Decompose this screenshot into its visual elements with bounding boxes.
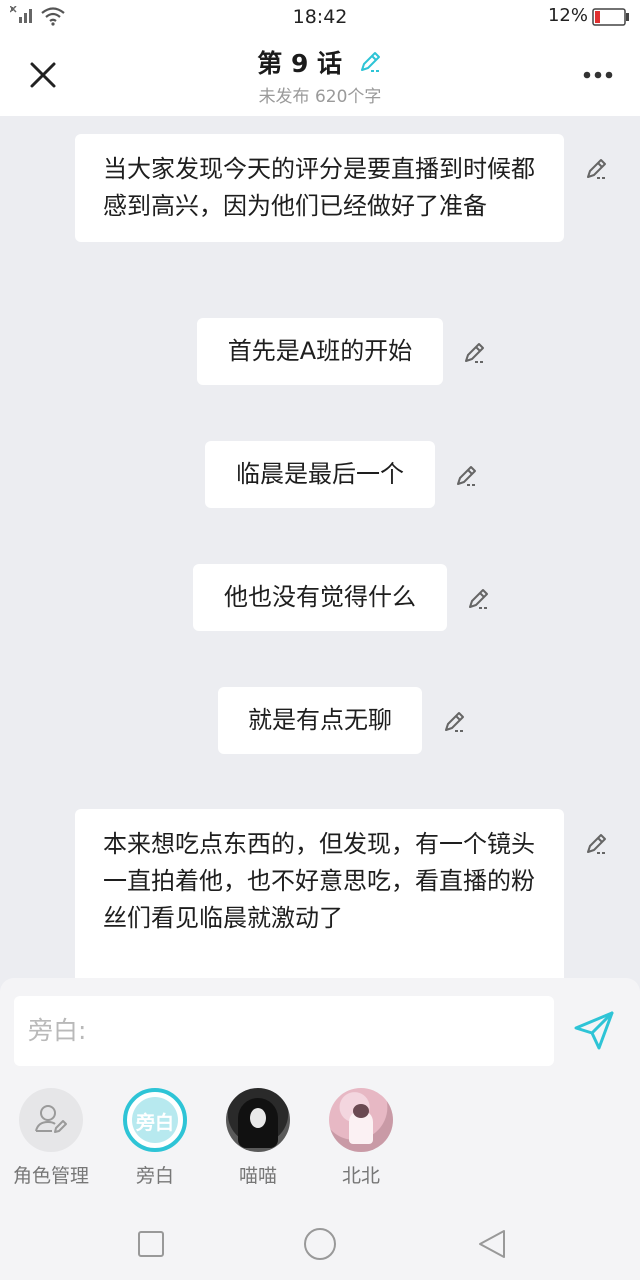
message-text: 首先是A班的开始 bbox=[227, 337, 413, 365]
message-text: 本来想吃点东西的，但发现，有一个镜头一直拍着他，也不好意思吃，看直播的粉丝们看见… bbox=[103, 830, 535, 932]
more-icon[interactable] bbox=[582, 70, 614, 80]
send-icon[interactable] bbox=[572, 1008, 616, 1052]
status-time: 18:42 bbox=[292, 6, 348, 28]
avatar-face bbox=[250, 1108, 266, 1128]
edit-title-icon[interactable] bbox=[357, 49, 383, 75]
composer-panel: 旁白: 角色管理 旁白 旁白 喵喵 北北 bbox=[0, 978, 640, 1204]
message-text: 就是有点无聊 bbox=[248, 706, 392, 734]
chapter-status: 未发布 620个字 bbox=[258, 87, 382, 107]
message-input[interactable]: 旁白: bbox=[14, 996, 554, 1066]
back-icon[interactable] bbox=[476, 1228, 508, 1260]
chapter-title-row[interactable]: 第 9 话 bbox=[0, 44, 640, 80]
person-edit-icon bbox=[35, 1105, 67, 1133]
edit-message-icon[interactable] bbox=[584, 831, 610, 857]
edit-message-icon[interactable] bbox=[462, 340, 488, 366]
chapter-title: 第 9 话 bbox=[257, 49, 343, 78]
recents-icon[interactable] bbox=[137, 1230, 165, 1258]
status-bar: 18:42 12% bbox=[0, 0, 640, 34]
message-bubble[interactable]: 当大家发现今天的评分是要直播到时候都感到高兴，因为他们已经做好了准备 bbox=[75, 134, 564, 242]
edit-message-icon[interactable] bbox=[442, 709, 468, 735]
role-name: 喵喵 bbox=[238, 1165, 277, 1187]
edit-message-icon[interactable] bbox=[466, 586, 492, 612]
top-bar: 第 9 话 未发布 620个字 bbox=[0, 34, 640, 116]
message-bubble[interactable]: 他也没有觉得什么 bbox=[193, 564, 447, 631]
role-manage-button[interactable]: 角色管理 bbox=[6, 1088, 96, 1188]
role-name: 角色管理 bbox=[12, 1165, 89, 1187]
edit-message-icon[interactable] bbox=[584, 156, 610, 182]
role-manage-avatar bbox=[19, 1088, 83, 1152]
role-beibei[interactable]: 北北 bbox=[316, 1088, 406, 1188]
edit-message-icon[interactable] bbox=[454, 463, 480, 489]
battery-percent: 12% bbox=[547, 5, 588, 26]
avatar-hair bbox=[353, 1104, 369, 1118]
input-placeholder: 旁白: bbox=[28, 1016, 87, 1045]
narrator-avatar: 旁白 bbox=[123, 1088, 187, 1152]
message-bubble[interactable]: 首先是A班的开始 bbox=[197, 318, 443, 385]
battery-icon bbox=[592, 8, 629, 26]
message-text: 当大家发现今天的评分是要直播到时候都感到高兴，因为他们已经做好了准备 bbox=[103, 155, 535, 220]
avatar-photo bbox=[329, 1088, 393, 1152]
system-nav-bar bbox=[0, 1204, 640, 1280]
role-miaomiao[interactable]: 喵喵 bbox=[213, 1088, 303, 1188]
narrator-badge-text: 旁白 bbox=[135, 1112, 174, 1134]
message-text: 他也没有觉得什么 bbox=[224, 583, 416, 611]
role-name: 旁白 bbox=[135, 1165, 174, 1187]
role-name: 北北 bbox=[341, 1165, 380, 1187]
avatar-photo bbox=[226, 1088, 290, 1152]
message-bubble[interactable]: 本来想吃点东西的，但发现，有一个镜头一直拍着他，也不好意思吃，看直播的粉丝们看见… bbox=[75, 809, 564, 999]
message-text: 临晨是最后一个 bbox=[236, 460, 404, 488]
message-bubble[interactable]: 临晨是最后一个 bbox=[205, 441, 435, 508]
home-icon[interactable] bbox=[303, 1227, 337, 1261]
role-narrator[interactable]: 旁白 旁白 bbox=[110, 1088, 200, 1188]
message-bubble[interactable]: 就是有点无聊 bbox=[218, 687, 422, 754]
